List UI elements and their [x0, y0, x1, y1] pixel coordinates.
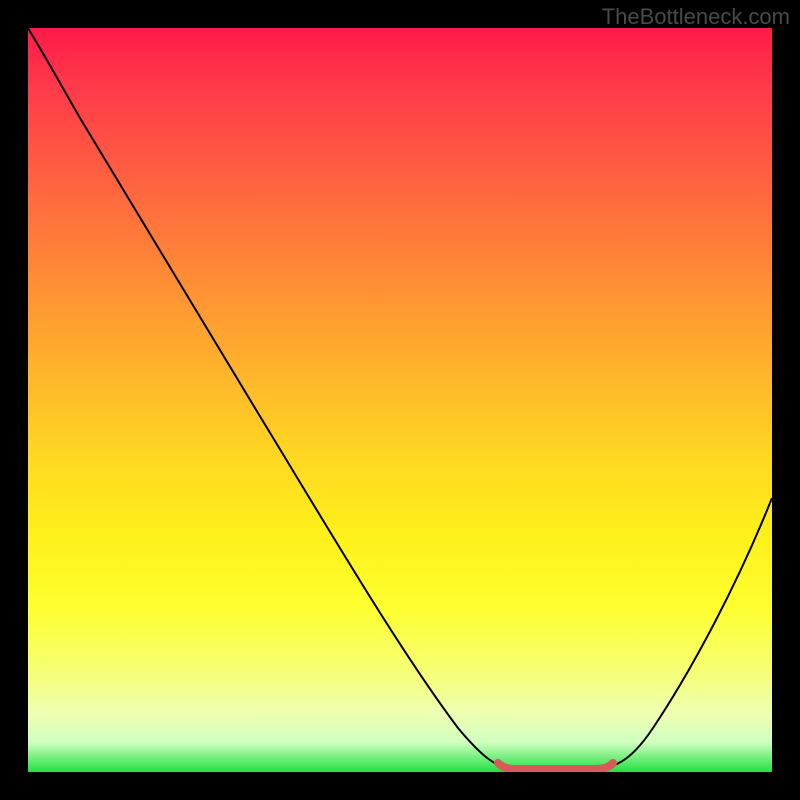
chart-plot-area	[28, 28, 772, 772]
bottleneck-curve	[28, 28, 772, 768]
watermark-text: TheBottleneck.com	[602, 4, 790, 30]
chart-svg	[28, 28, 772, 772]
flat-region-highlight	[498, 763, 613, 769]
